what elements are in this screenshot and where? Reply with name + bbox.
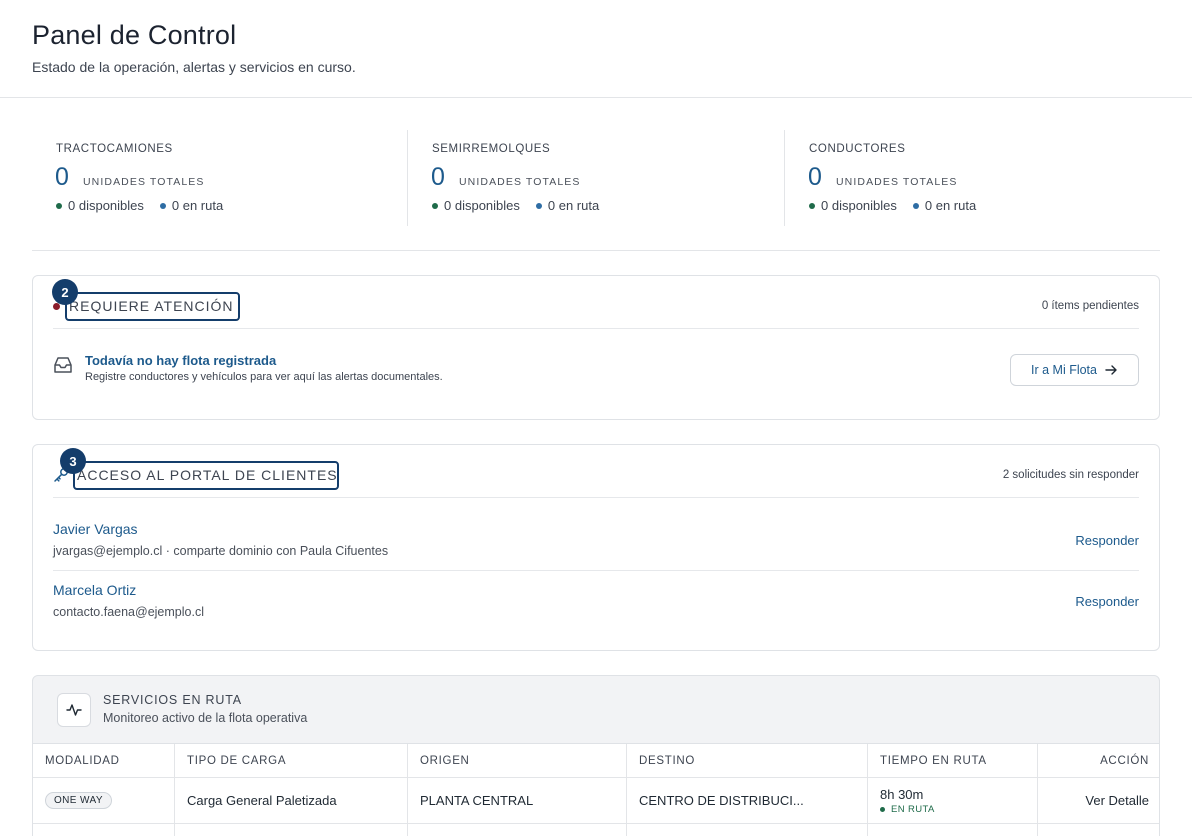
respond-button[interactable]: Responder bbox=[1075, 533, 1139, 548]
list-item: Javier Vargas jvargas@ejemplo.cl · compa… bbox=[53, 511, 1139, 571]
arrow-right-icon bbox=[1105, 365, 1117, 375]
activity-icon bbox=[57, 693, 91, 727]
requester-name: Javier Vargas bbox=[53, 521, 138, 537]
services-title: SERVICIOS EN RUTA bbox=[103, 693, 242, 707]
mode-cell: ONE WAY bbox=[33, 778, 175, 823]
list-item: Marcela Ortiz contacto.faena@ejemplo.cl … bbox=[53, 572, 1139, 632]
column-header: ACCIÓN bbox=[1100, 754, 1149, 767]
status-badge: EN RUTA bbox=[880, 804, 935, 815]
page-subtitle: Estado de la operación, alertas y servic… bbox=[32, 59, 356, 75]
stat-label: CONDUCTORES bbox=[809, 143, 906, 155]
cargo-cell: Carga General Paletizada bbox=[175, 778, 408, 823]
go-to-fleet-label: Ir a Mi Flota bbox=[1031, 363, 1097, 377]
column-header: MODALIDAD bbox=[33, 744, 175, 777]
stat-tractocamiones: TRACTOCAMIONES 0 UNIDADES TOTALES 0 disp… bbox=[32, 130, 408, 226]
step-badge: 3 bbox=[60, 448, 86, 474]
origin-cell: PLANTA CENTRAL bbox=[408, 778, 627, 823]
stat-conductores: CONDUCTORES 0 UNIDADES TOTALES 0 disponi… bbox=[784, 130, 1160, 226]
focus-highlight bbox=[73, 461, 339, 490]
page-header: Panel de Control Estado de la operación,… bbox=[0, 0, 1192, 98]
stat-available: 0 disponibles bbox=[68, 198, 144, 213]
services-table: MODALIDAD TIPO DE CARGA ORIGEN DESTINO T… bbox=[33, 743, 1159, 836]
view-detail-link[interactable]: Ver Detalle bbox=[1085, 793, 1149, 808]
stat-meta: 0 disponibles 0 en ruta bbox=[432, 198, 599, 213]
mode-badge: ONE WAY bbox=[45, 792, 112, 809]
stat-en-route: 0 en ruta bbox=[171, 198, 224, 213]
requester-name: Marcela Ortiz bbox=[53, 582, 137, 598]
stat-semirremolques: SEMIRREMOLQUES 0 UNIDADES TOTALES 0 disp… bbox=[407, 130, 783, 226]
empty-state-title: Todavía no hay flota registrada bbox=[85, 353, 277, 368]
inbox-icon bbox=[54, 357, 72, 373]
stat-meta: 0 disponibles 0 en ruta bbox=[56, 198, 223, 213]
stat-unit: UNIDADES TOTALES bbox=[83, 176, 205, 188]
destination-cell: CENTRO DE DISTRIBUCI... bbox=[627, 778, 868, 823]
services-subtitle: Monitoreo activo de la flota operativa bbox=[103, 711, 308, 725]
stat-unit: UNIDADES TOTALES bbox=[836, 176, 958, 188]
go-to-fleet-button[interactable]: Ir a Mi Flota bbox=[1010, 354, 1139, 386]
section-divider bbox=[32, 250, 1160, 251]
table-row bbox=[33, 823, 1159, 836]
en-route-dot-icon bbox=[912, 202, 919, 209]
en-route-dot-icon bbox=[159, 202, 166, 209]
stat-unit: UNIDADES TOTALES bbox=[459, 176, 581, 188]
services-panel: SERVICIOS EN RUTA Monitoreo activo de la… bbox=[32, 675, 1160, 836]
requester-email: contacto.faena@ejemplo.cl bbox=[53, 605, 204, 619]
attention-count: 0 ítems pendientes bbox=[1041, 300, 1139, 312]
action-cell: Ver Detalle bbox=[1038, 778, 1159, 823]
empty-state-description: Registre conductores y vehículos para ve… bbox=[85, 371, 443, 383]
table-header-row: MODALIDAD TIPO DE CARGA ORIGEN DESTINO T… bbox=[33, 744, 1159, 777]
time-cell: 8h 30m EN RUTA bbox=[868, 778, 1038, 823]
focus-highlight bbox=[65, 292, 240, 321]
available-dot-icon bbox=[56, 202, 62, 209]
column-header: TIPO DE CARGA bbox=[175, 744, 408, 777]
column-header: TIEMPO EN RUTA bbox=[868, 744, 1038, 777]
stat-available: 0 disponibles bbox=[444, 198, 520, 213]
requester-email: jvargas@ejemplo.cl · comparte dominio co… bbox=[53, 544, 389, 558]
stat-en-route: 0 en ruta bbox=[924, 198, 977, 213]
stat-label: SEMIRREMOLQUES bbox=[432, 143, 551, 155]
step-badge: 2 bbox=[52, 279, 78, 305]
page-title: Panel de Control bbox=[32, 20, 237, 50]
fleet-stats: TRACTOCAMIONES 0 UNIDADES TOTALES 0 disp… bbox=[32, 130, 1160, 226]
respond-button[interactable]: Responder bbox=[1075, 594, 1139, 609]
attention-card: REQUIERE ATENCIÓN 0 ítems pendientes 2 T… bbox=[32, 275, 1160, 420]
stat-available: 0 disponibles bbox=[821, 198, 897, 213]
stat-value: 0 bbox=[55, 163, 69, 191]
stat-value: 0 bbox=[808, 163, 822, 191]
status-dot-icon bbox=[880, 806, 885, 812]
table-row: ONE WAY Carga General Paletizada PLANTA … bbox=[33, 777, 1159, 823]
column-header: ORIGEN bbox=[408, 744, 627, 777]
portal-count: 2 solicitudes sin responder bbox=[1002, 469, 1139, 481]
time-en-route: 8h 30m bbox=[880, 786, 924, 802]
stat-meta: 0 disponibles 0 en ruta bbox=[809, 198, 976, 213]
available-dot-icon bbox=[432, 202, 438, 209]
status-label: EN RUTA bbox=[891, 803, 935, 815]
stat-value: 0 bbox=[431, 163, 445, 191]
stat-label: TRACTOCAMIONES bbox=[56, 143, 173, 155]
available-dot-icon bbox=[809, 202, 815, 209]
client-portal-card: ACCESO AL PORTAL DE CLIENTES 2 solicitud… bbox=[32, 444, 1160, 651]
alert-dot-icon bbox=[53, 303, 60, 310]
column-header: DESTINO bbox=[627, 744, 868, 777]
en-route-dot-icon bbox=[535, 202, 542, 209]
stat-en-route: 0 en ruta bbox=[547, 198, 600, 213]
